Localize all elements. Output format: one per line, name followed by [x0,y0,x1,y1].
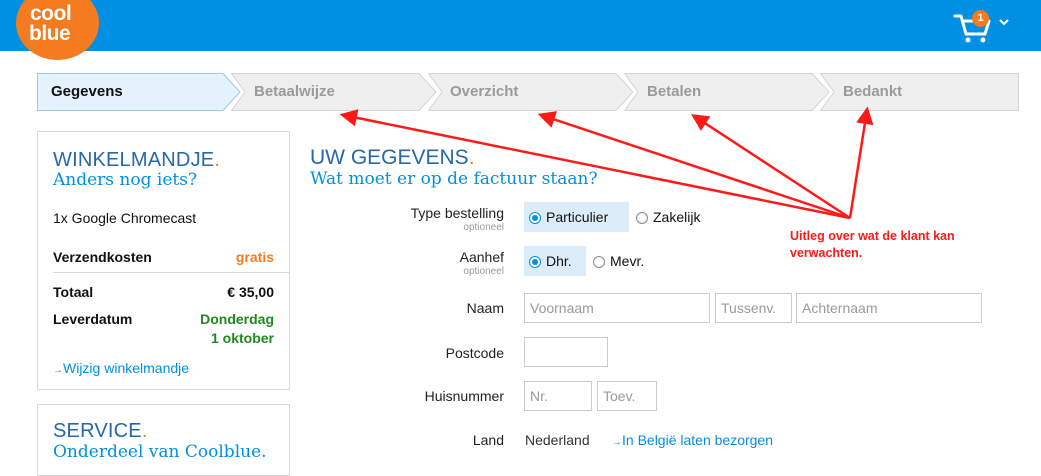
step-gegevens: Gegevens [37,73,241,111]
top-bar: cool blue 1 [0,0,1041,60]
shipping-value: gratis [235,249,274,265]
title-dot: . [141,420,148,442]
service-title-text: SERVICE [53,420,142,442]
title-dot: . [214,149,221,171]
step-betalen: Betalen [624,73,830,111]
step-bedankt: Bedankt [820,73,1019,111]
radio-label: Dhr. [546,253,572,269]
order-type-optional: optioneel [463,222,504,233]
arrow-to-betalen [691,114,851,220]
cart-panel-title: WINKELMANDJE. [53,149,220,172]
coolblue-logo[interactable]: cool blue [16,0,99,60]
order-type-label: Type bestelling [410,205,504,221]
cart-panel-subtitle: Anders nog iets? [53,170,198,190]
edit-cart-link[interactable]: →Wijzig winkelmandje [53,360,189,376]
title-dot: . [468,146,475,169]
country-label: Land [472,432,504,448]
edit-cart-link-text: Wijzig winkelmandje [63,360,190,376]
country-value: Nederland [525,432,590,448]
arrow-to-bedankt [848,106,874,219]
total-label: Totaal [53,284,94,300]
service-panel-subtitle: Onderdeel van Coolblue. [53,442,267,462]
annotation-line: verwachten. [790,246,863,260]
form-title-text: UW GEGEVENS [310,146,469,169]
chevron-down-icon[interactable] [999,18,1009,26]
service-panel: SERVICE. Onderdeel van Coolblue. [37,404,290,476]
arrow-right-icon: → [53,365,63,376]
house-number-addition-input[interactable] [597,381,657,411]
annotation-text: Uitleg over wat de klant kan verwachten. [790,228,955,262]
postcode-label: Postcode [445,345,504,361]
radio-selected-icon [529,212,541,224]
house-number-label: Huisnummer [424,388,504,404]
arrow-right-icon: → [612,437,622,448]
service-panel-title: SERVICE. [53,420,148,443]
cart-panel: WINKELMANDJE. Anders nog iets? 1x Google… [37,131,290,390]
total-value: € 35,00 [227,284,274,300]
step-betaalwijze: Betaalwijze [231,73,437,111]
step-label: Overzicht [450,83,519,100]
divider [53,272,289,273]
salutation-dhr[interactable]: Dhr. [524,246,586,276]
ship-to-belgium-link[interactable]: →In België laten bezorgen [612,432,773,448]
radio-empty-icon [593,256,605,268]
step-label: Gegevens [51,83,123,100]
shipping-label: Verzendkosten [53,249,152,265]
form-subtitle: Wat moet er op de factuur staan? [310,169,598,189]
salutation-optional: optioneel [463,266,504,277]
order-type-zakelijk[interactable]: Zakelijk [636,202,700,232]
step-label: Bedankt [843,83,903,100]
radio-label: Zakelijk [653,209,701,225]
logo-text-top: cool [30,2,72,25]
ship-to-belgium-text: In België laten bezorgen [622,432,773,448]
radio-label: Particulier [546,209,609,225]
cart-item: 1x Google Chromecast [53,210,197,226]
last-name-input[interactable] [796,293,982,323]
radio-label: Mevr. [610,253,645,269]
delivery-value-date: 1 oktober [210,330,274,346]
order-type-particulier[interactable]: Particulier [524,202,629,232]
cart-count-badge: 1 [972,10,989,27]
step-label: Betalen [647,83,702,100]
salutation-label: Aanhef [459,249,504,265]
salutation-mevr[interactable]: Mevr. [593,246,644,276]
delivery-value-day: Donderdag [200,311,274,327]
radio-empty-icon [636,212,648,224]
logo-text-bottom: blue [29,22,71,45]
form-title: UW GEGEVENS. [310,146,475,170]
checkout-steps: Gegevens Betaalwijze Overzicht Betalen B… [37,73,1019,111]
postcode-input[interactable] [524,337,608,367]
annotation-line: Uitleg over wat de klant kan [790,229,955,243]
infix-input[interactable] [715,293,792,323]
step-label: Betaalwijze [254,83,335,100]
delivery-label: Leverdatum [53,311,133,327]
first-name-input[interactable] [524,293,710,323]
radio-selected-icon [529,256,541,268]
step-overzicht: Overzicht [428,73,634,111]
house-number-input[interactable] [524,381,592,411]
name-label: Naam [466,300,504,316]
cart-title-text: WINKELMANDJE [53,149,215,171]
